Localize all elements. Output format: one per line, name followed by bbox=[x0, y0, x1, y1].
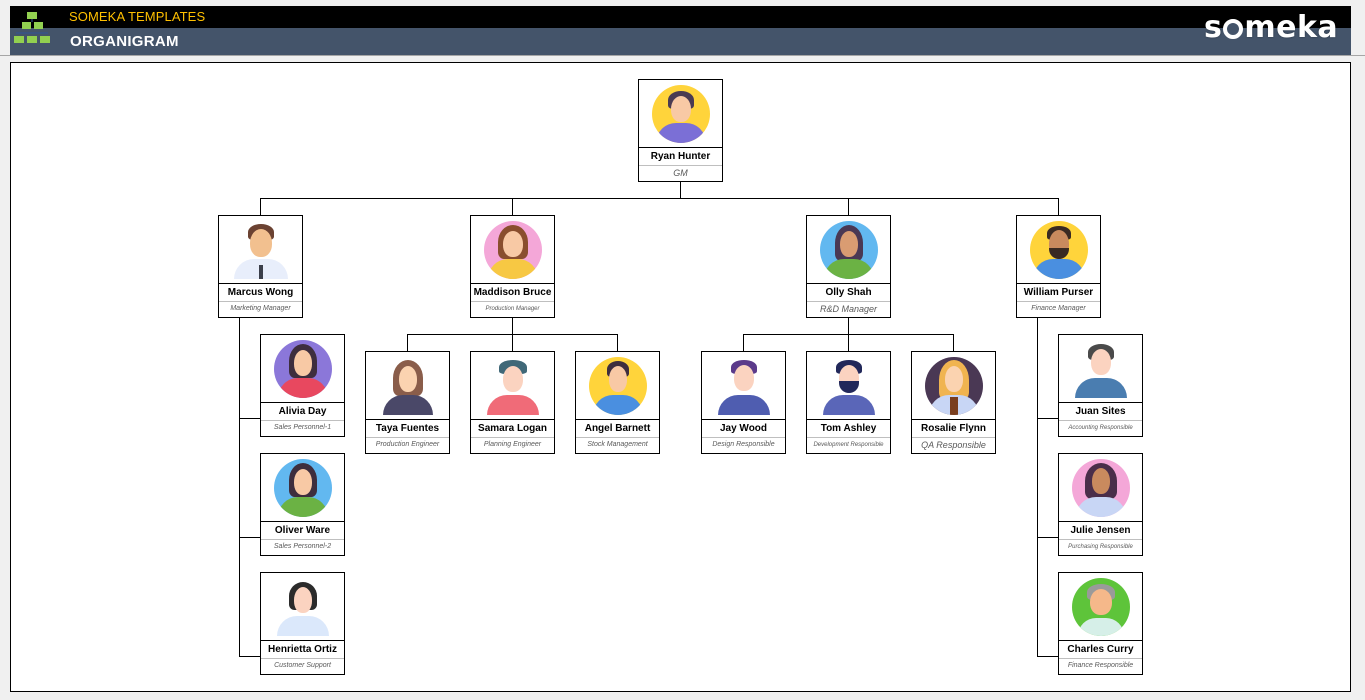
employee-name: Juan Sites bbox=[1059, 402, 1142, 421]
employee-card-juan-sites[interactable]: Juan Sites Accounting Responsible bbox=[1058, 334, 1143, 437]
employee-name: Rosalie Flynn bbox=[912, 419, 995, 438]
employee-title: Marketing Manager bbox=[230, 305, 291, 312]
employee-name: Marcus Wong bbox=[219, 283, 302, 302]
connector bbox=[1037, 318, 1038, 657]
employee-card-oliver-ware[interactable]: Oliver Ware Sales Personnel-2 bbox=[260, 453, 345, 556]
employee-title: QA Responsible bbox=[921, 440, 986, 450]
avatar bbox=[1071, 458, 1130, 517]
employee-name: Julie Jensen bbox=[1059, 521, 1142, 540]
avatar bbox=[651, 84, 710, 143]
employee-title: Development Responsible bbox=[813, 442, 884, 448]
connector bbox=[512, 318, 513, 334]
org-chart-logo-icon bbox=[14, 12, 50, 43]
employee-name: Samara Logan bbox=[471, 419, 554, 438]
connector bbox=[617, 334, 618, 351]
employee-card-angel-barnett[interactable]: Angel Barnett Stock Management bbox=[575, 351, 660, 454]
employee-title: Planning Engineer bbox=[483, 441, 542, 448]
avatar bbox=[1071, 577, 1130, 636]
header-top-band bbox=[10, 6, 1351, 28]
employee-name: Angel Barnett bbox=[576, 419, 659, 438]
connector bbox=[512, 334, 513, 351]
employee-name: Maddison Bruce bbox=[471, 283, 554, 302]
connector bbox=[260, 198, 1059, 199]
employee-card-ryan-hunter[interactable]: Ryan Hunter GM bbox=[638, 79, 723, 182]
employee-card-henrietta-ortiz[interactable]: Henrietta Ortiz Customer Support bbox=[260, 572, 345, 675]
connector bbox=[512, 198, 513, 215]
logo-o-icon bbox=[1223, 19, 1244, 39]
employee-card-rosalie-flynn[interactable]: Rosalie Flynn QA Responsible bbox=[911, 351, 996, 454]
avatar bbox=[379, 357, 437, 415]
connector bbox=[1037, 418, 1058, 419]
employee-card-marcus-wong[interactable]: Marcus Wong Marketing Manager bbox=[218, 215, 303, 318]
connector bbox=[407, 334, 408, 351]
employee-title: Accounting Responsible bbox=[1068, 425, 1133, 431]
employee-title: Customer Support bbox=[274, 662, 331, 669]
employee-card-samara-logan[interactable]: Samara Logan Planning Engineer bbox=[470, 351, 555, 454]
employee-card-charles-curry[interactable]: Charles Curry Finance Responsible bbox=[1058, 572, 1143, 675]
employee-title: Finance Responsible bbox=[1067, 662, 1134, 669]
connector bbox=[260, 198, 261, 215]
avatar bbox=[924, 356, 983, 415]
avatar bbox=[819, 220, 878, 279]
connector bbox=[743, 334, 744, 351]
employee-title: Finance Manager bbox=[1031, 305, 1086, 312]
avatar bbox=[1029, 220, 1088, 279]
employee-name: William Purser bbox=[1017, 283, 1100, 302]
header-bottom-band bbox=[10, 28, 1351, 55]
employee-title: Production Engineer bbox=[375, 441, 440, 448]
connector bbox=[239, 418, 260, 419]
connector bbox=[239, 656, 260, 657]
employee-title: Sales Personnel-2 bbox=[273, 543, 332, 550]
employee-card-alivia-day[interactable]: Alivia Day Sales Personnel-1 bbox=[260, 334, 345, 437]
connector bbox=[680, 182, 681, 199]
connector bbox=[848, 334, 849, 351]
employee-card-julie-jensen[interactable]: Julie Jensen Purchasing Responsible bbox=[1058, 453, 1143, 556]
employee-title: R&D Manager bbox=[819, 304, 878, 314]
avatar bbox=[274, 578, 332, 636]
employee-title: Production Manager bbox=[485, 306, 540, 312]
employee-name: Charles Curry bbox=[1059, 640, 1142, 659]
connector bbox=[848, 198, 849, 215]
employee-name: Alivia Day bbox=[261, 402, 344, 421]
employee-title: Stock Management bbox=[587, 441, 648, 448]
employee-card-william-purser[interactable]: William Purser Finance Manager bbox=[1016, 215, 1101, 318]
brand-name: SOMEKA TEMPLATES bbox=[69, 9, 206, 24]
avatar bbox=[483, 220, 542, 279]
employee-name: Taya Fuentes bbox=[366, 419, 449, 438]
avatar bbox=[273, 339, 332, 398]
avatar bbox=[715, 357, 773, 415]
connector bbox=[848, 318, 849, 334]
avatar bbox=[820, 357, 878, 415]
connector bbox=[239, 318, 240, 657]
avatar bbox=[1072, 340, 1130, 398]
employee-card-tom-ashley[interactable]: Tom Ashley Development Responsible bbox=[806, 351, 891, 454]
avatar bbox=[484, 357, 542, 415]
employee-card-jay-wood[interactable]: Jay Wood Design Responsible bbox=[701, 351, 786, 454]
employee-card-maddison-bruce[interactable]: Maddison Bruce Production Manager bbox=[470, 215, 555, 318]
employee-title: Purchasing Responsible bbox=[1068, 544, 1133, 550]
employee-title: Design Responsible bbox=[712, 441, 775, 448]
page-title: ORGANIGRAM bbox=[70, 33, 179, 50]
employee-title: GM bbox=[673, 168, 688, 178]
header-divider bbox=[0, 55, 1365, 56]
connector bbox=[1037, 656, 1058, 657]
employee-name: Oliver Ware bbox=[261, 521, 344, 540]
employee-card-olly-shah[interactable]: Olly Shah R&D Manager bbox=[806, 215, 891, 318]
avatar bbox=[273, 458, 332, 517]
employee-name: Ryan Hunter bbox=[639, 147, 722, 166]
connector bbox=[953, 334, 954, 351]
employee-name: Tom Ashley bbox=[807, 419, 890, 438]
connector bbox=[239, 537, 260, 538]
employee-name: Jay Wood bbox=[702, 419, 785, 438]
avatar bbox=[232, 221, 290, 279]
employee-card-taya-fuentes[interactable]: Taya Fuentes Production Engineer bbox=[365, 351, 450, 454]
employee-title: Sales Personnel-1 bbox=[273, 424, 332, 431]
connector bbox=[1058, 198, 1059, 215]
employee-name: Olly Shah bbox=[807, 283, 890, 302]
someka-logo[interactable]: s meka bbox=[1204, 10, 1338, 45]
employee-name: Henrietta Ortiz bbox=[261, 640, 344, 659]
connector bbox=[1037, 537, 1058, 538]
avatar bbox=[588, 356, 647, 415]
